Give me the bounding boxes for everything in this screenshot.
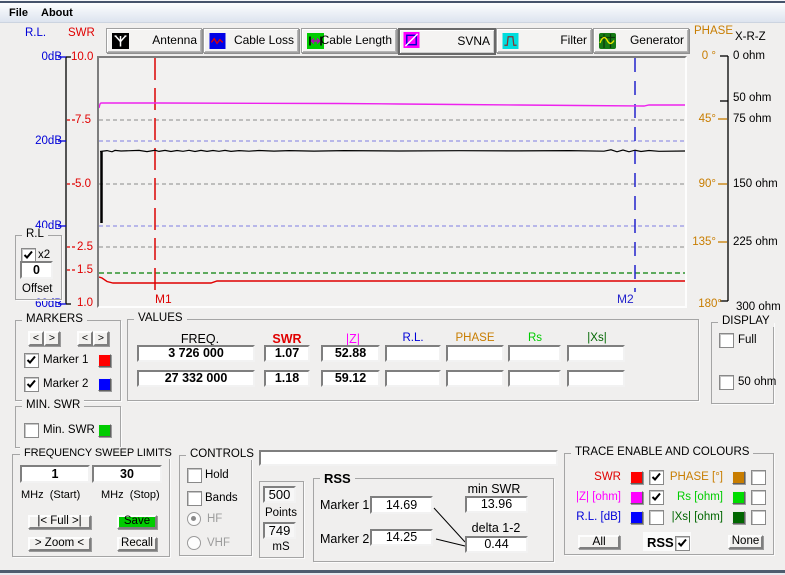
svg-text:M2: M2 <box>617 292 634 306</box>
svg-text:M1: M1 <box>155 292 172 306</box>
